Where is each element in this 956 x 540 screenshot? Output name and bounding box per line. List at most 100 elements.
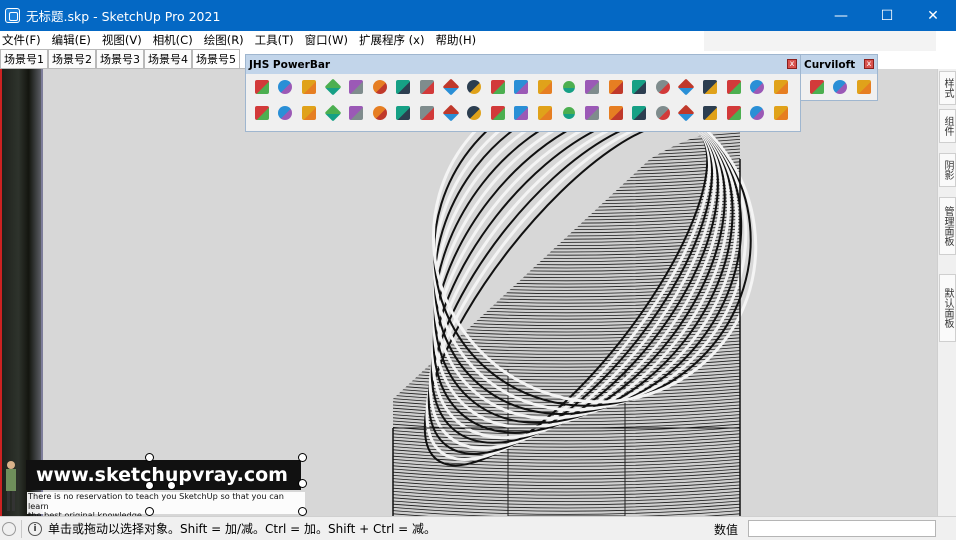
side-tab-default-panel[interactable]: 默认面板 xyxy=(939,274,956,342)
scene-tab-1[interactable]: 场景号1 xyxy=(0,49,48,69)
scene-tab-5[interactable]: 场景号5 xyxy=(192,49,240,69)
selection-handle[interactable] xyxy=(298,507,307,516)
powerbar-tool-button-9[interactable] xyxy=(439,74,463,100)
powerbar-tool-row2-button-20[interactable] xyxy=(698,100,722,126)
powerbar-tool-button-12[interactable] xyxy=(510,74,534,100)
powerbar-tool-button-17[interactable] xyxy=(628,74,652,100)
grid-2-icon xyxy=(585,106,600,120)
menu-edit[interactable]: 编辑(E) xyxy=(52,32,91,48)
layer-icon xyxy=(301,80,316,94)
measurements-input[interactable] xyxy=(748,520,936,537)
model-viewport[interactable] xyxy=(0,69,937,516)
powerbar-tool-row2-button-2[interactable] xyxy=(274,100,298,126)
selection-handle[interactable] xyxy=(298,479,307,488)
flower-icon xyxy=(537,106,552,120)
powerbar-tool-row2-button-9[interactable] xyxy=(439,100,463,126)
powerbar-tool-row2-button-4[interactable] xyxy=(321,100,345,126)
powerbar-tool-row2-button-16[interactable] xyxy=(604,100,628,126)
powerbar-tool-button-18[interactable] xyxy=(651,74,675,100)
powerbar-tool-row2-button-6[interactable] xyxy=(368,100,392,126)
powerbar-tool-button-11[interactable] xyxy=(486,74,510,100)
powerbar-tool-row2-button-17[interactable] xyxy=(628,100,652,126)
scene-tab-3[interactable]: 场景号3 xyxy=(96,49,144,69)
powerbar-tool-row2-button-11[interactable] xyxy=(486,100,510,126)
powerbar-tool-row2-button-3[interactable] xyxy=(297,100,321,126)
spiral-cylinder-model[interactable] xyxy=(0,69,937,516)
curviloft-tool-button-1[interactable] xyxy=(805,74,829,100)
info-icon[interactable]: i xyxy=(28,521,42,536)
curviloft-tool-button-2[interactable] xyxy=(829,74,853,100)
menu-file[interactable]: 文件(F) xyxy=(2,32,41,48)
powerbar-tool-button-14[interactable] xyxy=(557,74,581,100)
powerbar-tool-row2-button-19[interactable] xyxy=(675,100,699,126)
powerbar-tool-button-21[interactable] xyxy=(722,74,746,100)
side-tab-manage-panels[interactable]: 管理面板 xyxy=(939,197,956,255)
selection-handle[interactable] xyxy=(145,453,154,462)
powerbar-tool-row2-button-18[interactable] xyxy=(651,100,675,126)
panel-close-icon[interactable]: x xyxy=(787,59,797,69)
menu-camera[interactable]: 相机(C) xyxy=(153,32,193,48)
box-icon xyxy=(372,106,387,120)
sketchup-app-icon[interactable] xyxy=(5,8,20,23)
powerbar-tool-button-20[interactable] xyxy=(698,74,722,100)
powerbar-tool-row2-button-7[interactable] xyxy=(392,100,416,126)
powerbar-tool-button-6[interactable] xyxy=(368,74,392,100)
jhs-powerbar-panel[interactable]: JHS PowerBar x xyxy=(245,54,801,132)
powerbar-tool-row2-button-12[interactable] xyxy=(510,100,534,126)
selection-handle[interactable] xyxy=(145,507,154,516)
menu-window[interactable]: 窗口(W) xyxy=(305,32,348,48)
powerbar-tool-row2-button-5[interactable] xyxy=(344,100,368,126)
powerbar-tool-button-13[interactable] xyxy=(533,74,557,100)
side-tab-shadows[interactable]: 阴影 xyxy=(939,153,956,187)
powerbar-tool-button-7[interactable] xyxy=(392,74,416,100)
menu-tools[interactable]: 工具(T) xyxy=(255,32,294,48)
menu-help[interactable]: 帮助(H) xyxy=(435,32,476,48)
powerbar-tool-button-3[interactable] xyxy=(297,74,321,100)
menu-draw[interactable]: 绘图(R) xyxy=(204,32,244,48)
maximize-button[interactable]: ☐ xyxy=(864,0,910,31)
curviloft-close-icon[interactable]: x xyxy=(864,59,874,69)
menu-view[interactable]: 视图(V) xyxy=(102,32,142,48)
powerbar-tool-row2-button-14[interactable] xyxy=(557,100,581,126)
rotate-icon xyxy=(396,80,411,94)
loft-path-icon xyxy=(833,80,848,94)
powerbar-tool-row2-button-10[interactable] xyxy=(462,100,486,126)
paper-icon xyxy=(372,80,387,94)
selection-handle[interactable] xyxy=(298,453,307,462)
selection-handle[interactable] xyxy=(167,481,176,490)
powerbar-tool-button-4[interactable] xyxy=(321,74,345,100)
powerbar-tool-button-22[interactable] xyxy=(745,74,769,100)
scene-tab-4[interactable]: 场景号4 xyxy=(144,49,192,69)
hook-icon xyxy=(301,106,316,120)
powerbar-tool-button-23[interactable] xyxy=(769,74,793,100)
powerbar-tool-row2-button-23[interactable] xyxy=(769,100,793,126)
powerbar-tool-button-16[interactable] xyxy=(604,74,628,100)
powerbar-tool-button-10[interactable] xyxy=(462,74,486,100)
circle-dots-icon xyxy=(750,106,765,120)
powerbar-tool-row2-button-21[interactable] xyxy=(722,100,746,126)
powerbar-tool-row2-button-15[interactable] xyxy=(580,100,604,126)
curviloft-header[interactable]: Curviloft x xyxy=(801,55,877,74)
powerbar-tool-button-2[interactable] xyxy=(274,74,298,100)
powerbar-tool-row2-button-22[interactable] xyxy=(745,100,769,126)
powerbar-tool-row2-button-13[interactable] xyxy=(533,100,557,126)
menu-extensions[interactable]: 扩展程序 (x) xyxy=(359,32,424,48)
powerbar-tool-button-1[interactable] xyxy=(250,74,274,100)
selection-handle[interactable] xyxy=(145,481,154,490)
side-tab-components[interactable]: 组件 xyxy=(939,109,956,143)
curviloft-panel[interactable]: Curviloft x xyxy=(800,54,878,101)
powerbar-tool-row2-button-8[interactable] xyxy=(415,100,439,126)
curviloft-tool-button-3[interactable] xyxy=(852,74,876,100)
powerbar-tool-button-8[interactable] xyxy=(415,74,439,100)
scene-tab-2[interactable]: 场景号2 xyxy=(48,49,96,69)
powerbar-tool-button-5[interactable] xyxy=(344,74,368,100)
powerbar-tool-button-15[interactable] xyxy=(580,74,604,100)
close-button[interactable]: ✕ xyxy=(910,0,956,31)
jhs-powerbar-header[interactable]: JHS PowerBar x xyxy=(246,55,800,74)
geo-location-icon[interactable] xyxy=(2,521,16,536)
minimize-button[interactable]: — xyxy=(818,0,864,31)
powerbar-tool-row2-button-1[interactable] xyxy=(250,100,274,126)
powerbar-row-2 xyxy=(246,100,800,126)
side-tab-styles[interactable]: 样式 xyxy=(939,71,956,105)
powerbar-tool-button-19[interactable] xyxy=(675,74,699,100)
